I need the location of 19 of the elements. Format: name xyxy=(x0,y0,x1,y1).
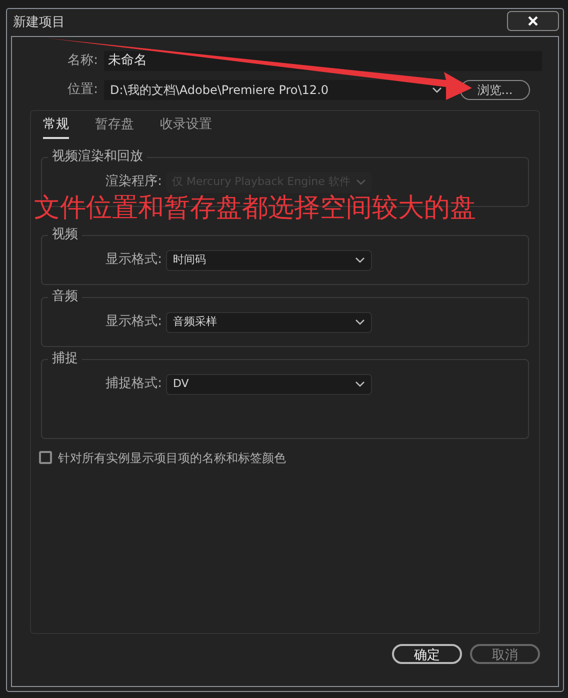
tab[interactable]: 暂存盘 xyxy=(95,115,134,138)
tab[interactable]: 常规 xyxy=(43,115,69,138)
tab[interactable]: 收录设置 xyxy=(160,115,212,138)
dropdown[interactable]: 音频采样 xyxy=(166,312,372,332)
field-label: 名称: xyxy=(66,52,98,70)
ok-button[interactable]: 确定 xyxy=(392,644,462,664)
cancel-button[interactable]: 取消 xyxy=(470,644,540,664)
field-label: 渲染程序: xyxy=(104,173,162,192)
annotation-text: 文件位置和暂存盘都选择空间较大的盘 xyxy=(34,194,476,222)
field-label: 位置: xyxy=(66,81,98,100)
name-field[interactable]: 未命名 xyxy=(104,51,542,71)
window-title: 新建项目 xyxy=(13,14,65,32)
field-label: 显示格式: xyxy=(104,251,162,270)
checkbox-label: 针对所有实例显示项目项的名称和标签颜色 xyxy=(58,450,286,466)
dropdown[interactable]: 时间码 xyxy=(166,250,372,270)
field-label: 捕捉格式: xyxy=(104,375,162,394)
location-dropdown[interactable]: D:\我的文档\Adobe\Premiere Pro\12.0 xyxy=(104,80,448,100)
dropdown[interactable]: DV xyxy=(166,374,372,394)
field-label: 显示格式: xyxy=(104,313,162,332)
